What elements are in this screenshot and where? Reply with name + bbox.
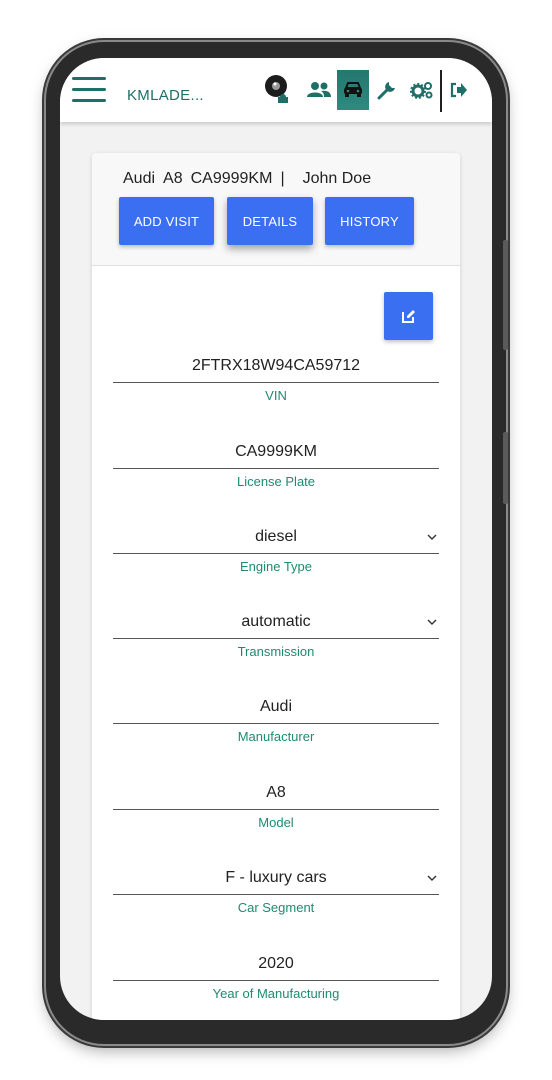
vin-label: VIN	[265, 388, 287, 403]
year-value[interactable]: 2020	[113, 948, 439, 980]
chevron-down-icon	[425, 606, 439, 638]
app-title: KMLADE...	[127, 87, 204, 104]
chevron-down-icon	[425, 862, 439, 894]
engine-type-select[interactable]: diesel Engine Type	[113, 521, 439, 574]
car-segment-select[interactable]: F - luxury cars Car Segment	[113, 862, 439, 915]
vehicle-card: Audi A8 CA9999KM | John Doe ADD VISIT DETAIL…	[92, 153, 460, 1020]
license-plate-value[interactable]: CA9999KM	[113, 436, 439, 468]
side-button	[503, 240, 508, 350]
vehicle-plate: CA9999KM	[190, 170, 273, 187]
top-bar: KMLADE...	[60, 58, 492, 122]
details-button[interactable]: DETAILS	[227, 197, 313, 245]
edit-button[interactable]	[384, 292, 433, 340]
field-underline	[113, 809, 439, 810]
vin-field[interactable]: 2FTRX18W94CA59712 VIN	[113, 350, 439, 403]
manufacturer-value[interactable]: Audi	[113, 691, 439, 723]
car-segment-value: F - luxury cars	[225, 869, 327, 886]
engine-type-value-wrap[interactable]: diesel	[113, 521, 439, 553]
transmission-value: automatic	[241, 613, 311, 630]
engine-type-value: diesel	[255, 528, 297, 545]
manufacturer-field[interactable]: Audi Manufacturer	[113, 691, 439, 744]
license-plate-field[interactable]: CA9999KM License Plate	[113, 436, 439, 489]
vehicle-separator: |	[280, 170, 285, 187]
field-underline	[113, 553, 439, 554]
add-visit-button[interactable]: ADD VISIT	[119, 197, 214, 245]
car-segment-label: Car Segment	[237, 900, 315, 915]
edit-icon	[401, 310, 415, 323]
logout-icon[interactable]	[446, 70, 472, 110]
engine-type-label: Engine Type	[239, 559, 313, 574]
side-button	[503, 432, 508, 504]
car-segment-value-wrap[interactable]: F - luxury cars	[113, 862, 439, 894]
model-field[interactable]: A8 Model	[113, 777, 439, 830]
gears-icon[interactable]	[408, 70, 436, 110]
vehicle-make: Audi	[123, 170, 156, 187]
license-plate-label: License Plate	[236, 474, 316, 489]
field-underline	[113, 468, 439, 469]
history-button[interactable]: HISTORY	[325, 197, 414, 245]
field-underline	[113, 723, 439, 724]
year-label: Year of Manufacturing	[212, 986, 340, 1001]
field-underline	[113, 980, 439, 981]
car-icon[interactable]	[337, 70, 369, 110]
model-value[interactable]: A8	[113, 777, 439, 809]
vehicle-card-header: Audi A8 CA9999KM | John Doe ADD VISIT DETAIL…	[92, 153, 460, 266]
vin-value[interactable]: 2FTRX18W94CA59712	[113, 350, 439, 382]
field-underline	[113, 638, 439, 639]
manufacturer-label: Manufacturer	[237, 729, 315, 744]
nav-divider	[440, 70, 442, 112]
vehicle-model: A8	[163, 170, 183, 187]
avatar-icon[interactable]	[260, 70, 294, 110]
wrench-icon[interactable]	[374, 70, 400, 110]
field-underline	[113, 382, 439, 383]
vehicle-owner: John Doe	[302, 170, 372, 187]
chevron-down-icon	[425, 521, 439, 553]
vehicle-summary: Audi A8 CA9999KM | John Doe	[123, 170, 379, 188]
users-icon[interactable]	[304, 70, 334, 110]
screen: KMLADE... Audi A8 CA9999KM | John Doe AD…	[60, 58, 492, 1020]
hamburger-menu-icon[interactable]	[72, 77, 106, 103]
transmission-label: Transmission	[237, 644, 315, 659]
year-field[interactable]: 2020 Year of Manufacturing	[113, 948, 439, 1001]
transmission-value-wrap[interactable]: automatic	[113, 606, 439, 638]
transmission-select[interactable]: automatic Transmission	[113, 606, 439, 659]
field-underline	[113, 894, 439, 895]
model-label: Model	[258, 815, 294, 830]
